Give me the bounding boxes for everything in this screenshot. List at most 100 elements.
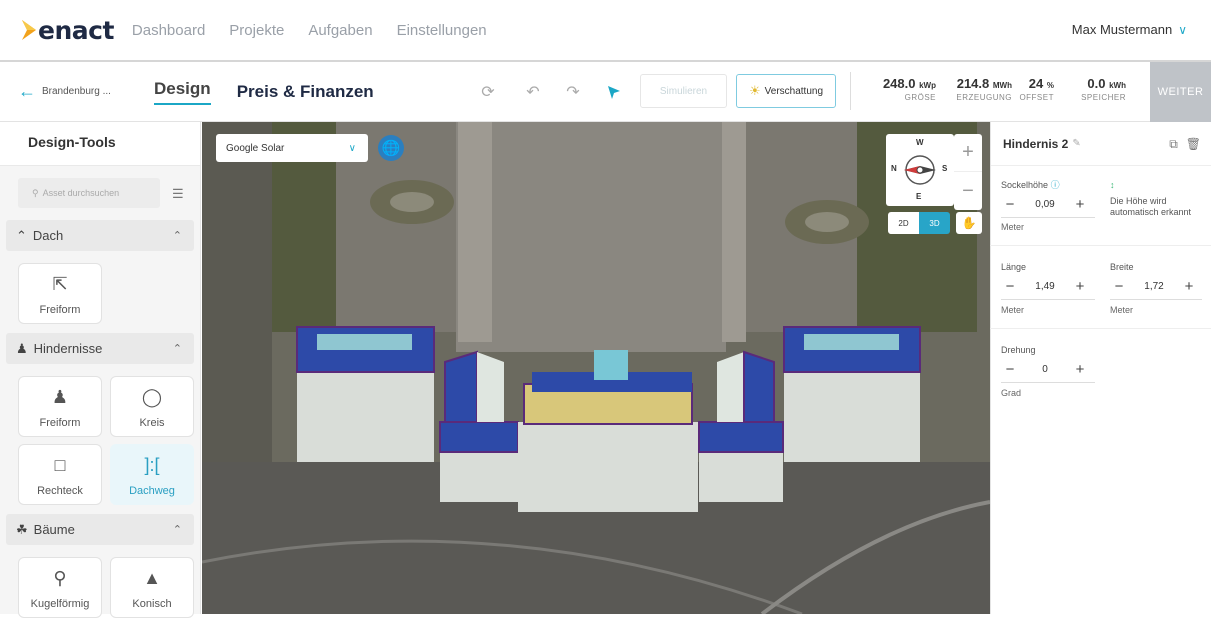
logo-icon — [22, 20, 36, 40]
round-tree-icon: ⚲ — [53, 568, 67, 588]
tool-konisch[interactable]: ▲ Konisch — [110, 557, 194, 618]
minus-icon[interactable]: − — [1001, 196, 1019, 213]
laenge-stepper[interactable]: − 1,49 + — [1001, 274, 1095, 300]
sockel-stepper[interactable]: − 0,09 + — [1001, 192, 1095, 218]
shading-label: Verschattung — [764, 85, 824, 97]
map-layer-select[interactable]: Google Solar ∨ — [216, 134, 368, 162]
chevron-up-icon: ⌃ — [172, 524, 182, 536]
tool-dachweg[interactable]: ]:[ Dachweg — [110, 444, 194, 505]
rotate-icon[interactable]: ⟳ — [477, 81, 499, 103]
pointer-icon[interactable] — [603, 81, 625, 103]
roof-icon: ⌃ — [16, 227, 27, 243]
obstacle-icon: ♟ — [16, 340, 28, 356]
map-canvas[interactable]: Google Solar ∨ 🌐 W N S E + − 2D 3D ✋ — [202, 122, 990, 614]
undo-icon[interactable]: ↶ — [522, 81, 544, 103]
search-icon: ⚲ — [32, 187, 39, 198]
toolbar-divider — [850, 72, 851, 110]
top-nav: enact Dashboard Projekte Aufgaben Einste… — [0, 0, 1211, 62]
section-baeume[interactable]: ☘ Bäume ⌃ — [6, 514, 194, 545]
nav-dashboard[interactable]: Dashboard — [132, 22, 205, 39]
info-icon[interactable]: ⓘ — [1051, 180, 1060, 190]
section-hindernisse[interactable]: ♟ Hindernisse ⌃ — [6, 333, 194, 364]
drehung-stepper[interactable]: − 0 + — [1001, 357, 1095, 383]
breite-label: Breite — [1110, 262, 1134, 272]
compass-w: W — [916, 138, 924, 147]
tab-design[interactable]: Design — [154, 79, 211, 105]
panel-divider — [990, 328, 1211, 329]
minus-icon[interactable]: − — [1001, 278, 1019, 295]
simulate-button[interactable]: Simulieren — [640, 74, 727, 108]
tool-hindernis-freiform[interactable]: ♟ Freiform — [18, 376, 102, 437]
sun-icon: ☀ — [748, 83, 761, 98]
laenge-unit: Meter — [1001, 305, 1025, 315]
plus-icon[interactable]: + — [1071, 278, 1089, 295]
drehung-value[interactable]: 0 — [1019, 364, 1071, 375]
roof-walkway-icon: ]:[ — [144, 455, 160, 475]
compass-e: E — [916, 192, 922, 201]
nav-projekte[interactable]: Projekte — [229, 22, 284, 39]
sockel-label: Sockelhöhe ⓘ — [1001, 180, 1060, 190]
section-dach[interactable]: ⌃ Dach ⌃ — [6, 220, 194, 251]
sidebar-title: Design-Tools — [0, 122, 200, 166]
pan-hand-icon[interactable]: ✋ — [956, 212, 982, 234]
nav-aufgaben[interactable]: Aufgaben — [308, 22, 372, 39]
breite-unit: Meter — [1110, 305, 1134, 315]
freeform-obstacle-icon: ♟ — [51, 387, 69, 407]
list-menu-icon[interactable]: ☰ — [172, 186, 184, 202]
auto-detect-icon: ↕ — [1110, 180, 1115, 190]
logo[interactable]: enact — [20, 16, 114, 45]
view-3d-button[interactable]: 3D — [919, 212, 950, 234]
tool-kreis[interactable]: ◯ Kreis — [110, 376, 194, 437]
zoom-out-icon[interactable]: − — [954, 172, 982, 210]
freeform-icon: ⇱ — [52, 274, 68, 294]
shading-button[interactable]: ☀ Verschattung — [736, 74, 836, 108]
tree-icon: ☘ — [16, 521, 28, 537]
plus-icon[interactable]: + — [1180, 278, 1198, 295]
conical-tree-icon: ▲ — [143, 568, 161, 588]
back-button[interactable]: ← Brandenburg ... — [18, 81, 136, 102]
drehung-unit: Grad — [1001, 388, 1022, 398]
sockel-unit: Meter — [1001, 222, 1025, 232]
plus-icon[interactable]: + — [1071, 196, 1089, 213]
trash-icon[interactable]: 🗑 — [1186, 137, 1201, 152]
panel-divider — [990, 245, 1211, 246]
breite-stepper[interactable]: − 1,72 + — [1110, 274, 1202, 300]
laenge-value[interactable]: 1,49 — [1019, 281, 1071, 292]
design-tools-sidebar: Design-Tools ⚲ Asset durchsuchen ☰ ⌃ Dac… — [0, 122, 201, 618]
nav-einstellungen[interactable]: Einstellungen — [397, 22, 487, 39]
stat-storage: 0.0 kWh SPEICHER — [1081, 76, 1126, 102]
back-label: Brandenburg ... — [42, 86, 111, 97]
edit-pencil-icon[interactable]: ✎ — [1072, 138, 1080, 149]
zoom-controls: + − — [954, 134, 982, 210]
drehung-label: Drehung — [1001, 345, 1036, 355]
tool-dach-freiform[interactable]: ⇱ Freiform — [18, 263, 102, 324]
compass-n: N — [891, 164, 897, 173]
redo-icon[interactable]: ↷ — [562, 81, 584, 103]
breite-value[interactable]: 1,72 — [1128, 281, 1180, 292]
stat-generation: 214.8 MWh ERZEUGUNG — [956, 76, 1012, 102]
minus-icon[interactable]: − — [1110, 278, 1128, 295]
globe-icon[interactable]: 🌐 — [378, 135, 404, 161]
tab-preis-finanzen[interactable]: Preis & Finanzen — [237, 82, 374, 102]
zoom-in-icon[interactable]: + — [954, 134, 982, 172]
minus-icon[interactable]: − — [1001, 361, 1019, 378]
plus-icon[interactable]: + — [1071, 361, 1089, 378]
next-button[interactable]: WEITER — [1150, 62, 1211, 122]
asset-search-input[interactable]: ⚲ Asset durchsuchen — [18, 178, 160, 208]
view-toggle: 2D 3D — [888, 212, 950, 234]
search-placeholder: Asset durchsuchen — [42, 188, 120, 198]
tool-kugelfoermig[interactable]: ⚲ Kugelförmig — [18, 557, 102, 618]
tool-rechteck[interactable]: □ Rechteck — [18, 444, 102, 505]
chevron-up-icon: ⌃ — [172, 230, 182, 242]
square-icon: □ — [54, 455, 66, 475]
arrow-left-icon: ← — [18, 81, 36, 101]
chevron-up-icon: ⌃ — [172, 343, 182, 355]
auto-detect-hint: Die Höhe wird automatisch erkannt — [1110, 196, 1192, 217]
compass[interactable]: W N S E — [886, 134, 954, 206]
aerial-imagery — [202, 122, 990, 614]
copy-icon[interactable]: ⧉ — [1169, 137, 1178, 152]
stat-size: 248.0 kWp GRÖSE — [882, 76, 936, 102]
sockel-value[interactable]: 0,09 — [1019, 199, 1071, 210]
view-2d-button[interactable]: 2D — [888, 212, 919, 234]
user-menu[interactable]: Max Mustermann ∨ — [1072, 22, 1187, 37]
